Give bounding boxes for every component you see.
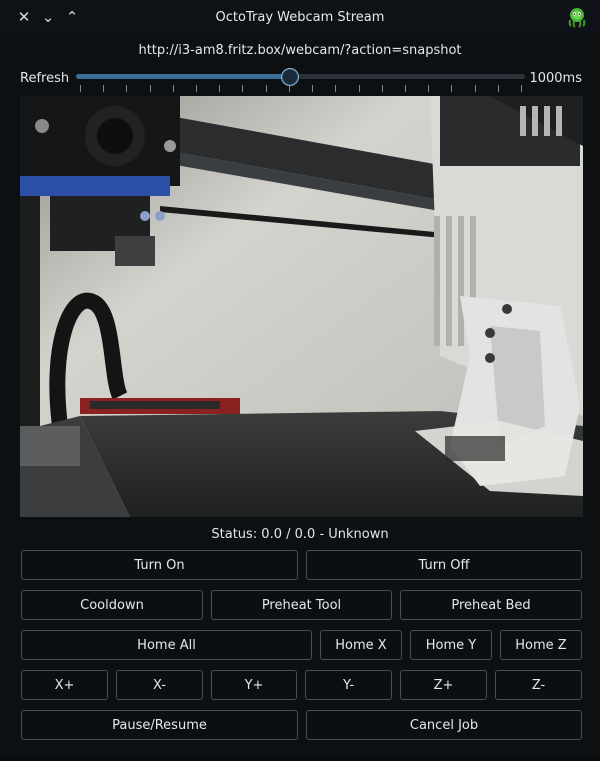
slider-tick — [242, 85, 244, 92]
slider-tick — [428, 85, 430, 92]
slider-tick — [451, 85, 453, 92]
slider-tick — [196, 85, 198, 92]
slider-tick — [497, 85, 499, 92]
refresh-value: 1000ms — [529, 71, 582, 86]
slider-tick — [80, 85, 81, 92]
octoprint-icon — [568, 8, 586, 28]
turn-on-button[interactable]: Turn On — [21, 550, 298, 580]
slider-tick — [312, 85, 314, 92]
cooldown-button[interactable]: Cooldown — [21, 590, 203, 620]
window-bottom-border — [0, 755, 600, 761]
status-text: Status: 0.0 / 0.0 - Unknown — [211, 527, 389, 542]
z-minus-button[interactable]: Z- — [495, 670, 582, 700]
slider-tick — [265, 85, 267, 92]
slider-tick — [126, 85, 128, 92]
refresh-slider-ticks — [76, 85, 525, 95]
slider-tick — [521, 85, 522, 92]
x-minus-button[interactable]: X- — [116, 670, 203, 700]
refresh-label: Refresh — [20, 71, 70, 86]
pause-resume-button[interactable]: Pause/Resume — [21, 710, 298, 740]
home-all-button[interactable]: Home All — [21, 630, 312, 660]
slider-tick — [404, 85, 406, 92]
window-title: OctoTray Webcam Stream — [215, 10, 385, 25]
preheat-tool-button[interactable]: Preheat Tool — [211, 590, 392, 620]
slider-tick — [335, 85, 337, 92]
printer-scene — [20, 96, 583, 517]
stream-url: http://i3-am8.fritz.box/webcam/?action=s… — [138, 43, 462, 58]
slider-tick — [381, 85, 383, 92]
y-minus-button[interactable]: Y- — [305, 670, 392, 700]
home-z-button[interactable]: Home Z — [500, 630, 582, 660]
slider-tick — [474, 85, 476, 92]
preheat-bed-button[interactable]: Preheat Bed — [400, 590, 582, 620]
refresh-slider[interactable] — [76, 74, 525, 79]
cancel-job-button[interactable]: Cancel Job — [306, 710, 582, 740]
slider-tick — [288, 85, 290, 92]
home-x-button[interactable]: Home X — [320, 630, 402, 660]
slider-tick — [149, 85, 151, 92]
slider-tick — [358, 85, 360, 92]
refresh-slider-fill — [76, 74, 291, 79]
x-plus-button[interactable]: X+ — [21, 670, 108, 700]
slider-tick — [103, 85, 105, 92]
z-plus-button[interactable]: Z+ — [400, 670, 487, 700]
slider-tick — [172, 85, 174, 92]
home-y-button[interactable]: Home Y — [410, 630, 492, 660]
y-plus-button[interactable]: Y+ — [211, 670, 297, 700]
webcam-image — [20, 96, 583, 517]
title-bar: ✕ ⌄ ⌃ OctoTray Webcam Stream — [0, 0, 600, 34]
turn-off-button[interactable]: Turn Off — [306, 550, 582, 580]
slider-tick — [219, 85, 221, 92]
